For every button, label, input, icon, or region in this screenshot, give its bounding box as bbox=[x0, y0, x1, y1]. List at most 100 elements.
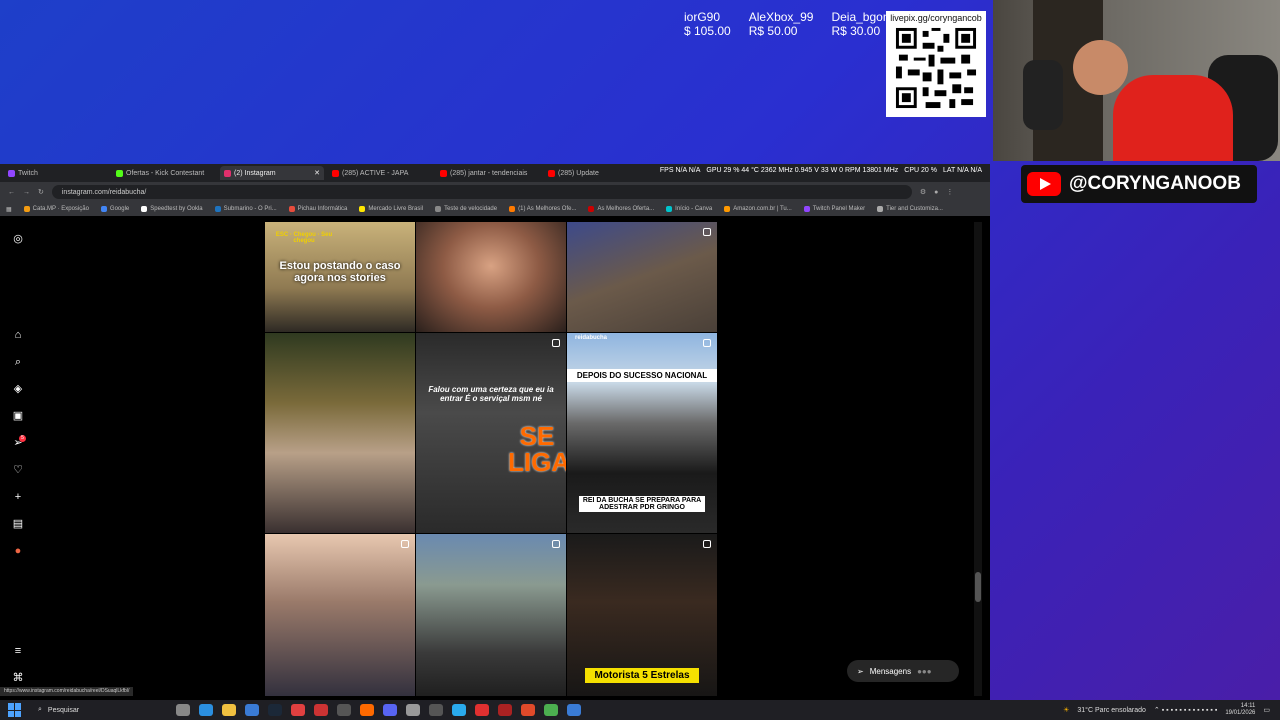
store-icon[interactable] bbox=[245, 704, 259, 716]
reels-icon[interactable]: ▣ bbox=[11, 409, 25, 423]
bookmark[interactable]: Tier and Customiza... bbox=[877, 206, 943, 212]
tab-label: (285) jantar - tendenciais bbox=[450, 169, 528, 177]
bookmark[interactable]: Mercado Livre Brasil bbox=[359, 206, 423, 212]
notifications-icon[interactable]: ♡ bbox=[11, 463, 25, 477]
instagram-logo-icon[interactable]: ◎ bbox=[11, 232, 25, 246]
bookmark-favicon-icon bbox=[666, 206, 673, 212]
app-icon[interactable] bbox=[429, 704, 443, 716]
bookmark[interactable]: Twitch Panel Maker bbox=[803, 206, 866, 212]
weather-icon: ☀ bbox=[1063, 707, 1070, 714]
app-icon[interactable] bbox=[544, 704, 558, 716]
home-icon[interactable]: ⌂ bbox=[11, 328, 25, 342]
app-icon[interactable] bbox=[475, 704, 489, 716]
tab-favicon-icon bbox=[8, 169, 15, 177]
grid-post[interactable]: Falou com uma certeza que eu ia entrar É… bbox=[416, 333, 566, 533]
telegram-icon[interactable] bbox=[452, 704, 466, 716]
firefox-icon[interactable] bbox=[360, 704, 374, 716]
bookmark-label: Twitch Panel Maker bbox=[812, 206, 866, 212]
reload-icon[interactable]: ↻ bbox=[38, 188, 44, 196]
app-icon[interactable] bbox=[314, 704, 328, 716]
profile-icon[interactable]: ● bbox=[11, 544, 25, 558]
grid-post[interactable]: Motorista 5 Estrelas bbox=[567, 534, 717, 696]
chrome-icon[interactable] bbox=[521, 704, 535, 716]
grid-post[interactable] bbox=[416, 222, 566, 332]
weather-text[interactable]: 31°C Parc ensolarado bbox=[1077, 707, 1146, 714]
reel-icon bbox=[703, 228, 711, 236]
post-caption: DEPOIS DO SUCESSO NACIONAL bbox=[567, 369, 717, 382]
donation-amount: R$ 50.00 bbox=[748, 24, 798, 38]
grid-post[interactable] bbox=[265, 534, 415, 696]
taskbar-search[interactable]: ⌕ Pesquisar bbox=[32, 703, 152, 717]
also-from-meta-icon[interactable]: ⌘ bbox=[11, 671, 25, 685]
bookmark[interactable]: Amazon.com.br | Tu... bbox=[724, 206, 792, 212]
forward-icon[interactable]: → bbox=[23, 189, 30, 196]
browser-tab-active[interactable]: (2) Instagram ✕ bbox=[220, 166, 324, 180]
tray-icons[interactable]: ⌃ ▪ ▪ ▪ ▪ ▪ ▪ ▪ ▪ ▪ ▪ ▪ ▪ ▪ bbox=[1154, 706, 1217, 714]
bookmark[interactable]: Início - Canva bbox=[666, 206, 712, 212]
file-explorer-icon[interactable] bbox=[222, 704, 236, 716]
reel-icon bbox=[703, 339, 711, 347]
explore-icon[interactable]: ◈ bbox=[11, 382, 25, 396]
notifications-icon[interactable]: ▭ bbox=[1263, 706, 1270, 714]
grid-post[interactable] bbox=[567, 222, 717, 332]
bookmark-label: Amazon.com.br | Tu... bbox=[733, 206, 792, 212]
bookmark-label: Pichau Informática bbox=[297, 206, 348, 212]
bookmark[interactable]: Cata.MP · Exposição bbox=[23, 206, 89, 212]
back-icon[interactable]: ← bbox=[8, 189, 15, 196]
address-bar[interactable]: instagram.com/reidabucha/ bbox=[51, 185, 912, 199]
steam-icon[interactable] bbox=[268, 704, 282, 716]
bookmark[interactable]: Submarino - O Pri... bbox=[214, 206, 277, 212]
create-icon[interactable]: + bbox=[11, 490, 25, 504]
dashboard-icon[interactable]: ▤ bbox=[11, 517, 25, 531]
grid-post[interactable]: reidabucha DEPOIS DO SUCESSO NACIONAL RE… bbox=[567, 333, 717, 533]
send-icon: ➢ bbox=[857, 666, 864, 676]
browser-menu-icon[interactable]: ⋮ bbox=[946, 188, 953, 196]
bookmark[interactable]: (1) As Melhores Ofe... bbox=[509, 206, 576, 212]
edge-icon[interactable] bbox=[199, 704, 213, 716]
app-icon[interactable] bbox=[567, 704, 581, 716]
bookmark[interactable]: Speedtest by Ookla bbox=[141, 206, 203, 212]
scrollbar-thumb[interactable] bbox=[975, 572, 981, 602]
qr-code-icon bbox=[893, 25, 979, 111]
donor-name: Deia_bgon bbox=[831, 10, 890, 24]
clock[interactable]: 14:11 19/01/2026 bbox=[1225, 703, 1255, 717]
bookmark-favicon-icon bbox=[435, 206, 442, 212]
profile-icon[interactable]: ● bbox=[934, 189, 938, 196]
bookmark[interactable]: Google bbox=[100, 206, 129, 212]
apps-icon[interactable]: ▦ bbox=[6, 206, 12, 213]
browser-tab[interactable]: Ofertas - Kick Contestant bbox=[112, 166, 216, 180]
browser-tab[interactable]: (285) ACTIVE - JAPA bbox=[328, 166, 432, 180]
webcam-feed bbox=[993, 0, 1280, 161]
post-overlay-text: SE LIGA bbox=[508, 421, 566, 477]
messages-label: Mensagens bbox=[869, 666, 912, 676]
grid-post[interactable] bbox=[416, 534, 566, 696]
donor-name: iorG90 bbox=[684, 10, 721, 24]
start-button[interactable] bbox=[8, 703, 22, 717]
page-scrollbar[interactable] bbox=[974, 222, 982, 696]
grid-post[interactable] bbox=[265, 333, 415, 533]
discord-icon[interactable] bbox=[383, 704, 397, 716]
app-icon[interactable] bbox=[291, 704, 305, 716]
messages-button[interactable]: ➢ Mensagens ●●● bbox=[847, 660, 959, 682]
bookmark-label: Início - Canva bbox=[675, 206, 713, 212]
app-icon[interactable] bbox=[498, 704, 512, 716]
messages-badge: 5 bbox=[19, 435, 26, 442]
tab-close-icon[interactable]: ✕ bbox=[314, 169, 320, 177]
app-icon[interactable] bbox=[406, 704, 420, 716]
search-icon[interactable]: ⌕ bbox=[11, 355, 25, 369]
browser-tab[interactable]: (285) jantar - tendenciais bbox=[436, 166, 540, 180]
bookmark[interactable]: Teste de velocidade bbox=[435, 206, 497, 212]
grid-post[interactable]: ESC · Chegou · Seu chegou Estou postando… bbox=[265, 222, 415, 332]
bookmark[interactable]: Pichau Informática bbox=[288, 206, 348, 212]
tab-label: (2) Instagram bbox=[234, 169, 276, 177]
menu-icon[interactable]: ≡ bbox=[11, 644, 25, 658]
browser-tab[interactable]: Twitch bbox=[4, 166, 108, 180]
extensions-icon[interactable]: ⚙ bbox=[920, 188, 926, 196]
bookmark-label: Mercado Livre Brasil bbox=[368, 206, 424, 212]
obs-icon[interactable] bbox=[337, 704, 351, 716]
taskview-icon[interactable] bbox=[176, 704, 190, 716]
tab-favicon-icon bbox=[224, 169, 231, 177]
browser-tab[interactable]: (285) Update bbox=[544, 166, 648, 180]
bookmark-favicon-icon bbox=[23, 206, 30, 212]
bookmark[interactable]: As Melhores Oferta... bbox=[588, 206, 654, 212]
